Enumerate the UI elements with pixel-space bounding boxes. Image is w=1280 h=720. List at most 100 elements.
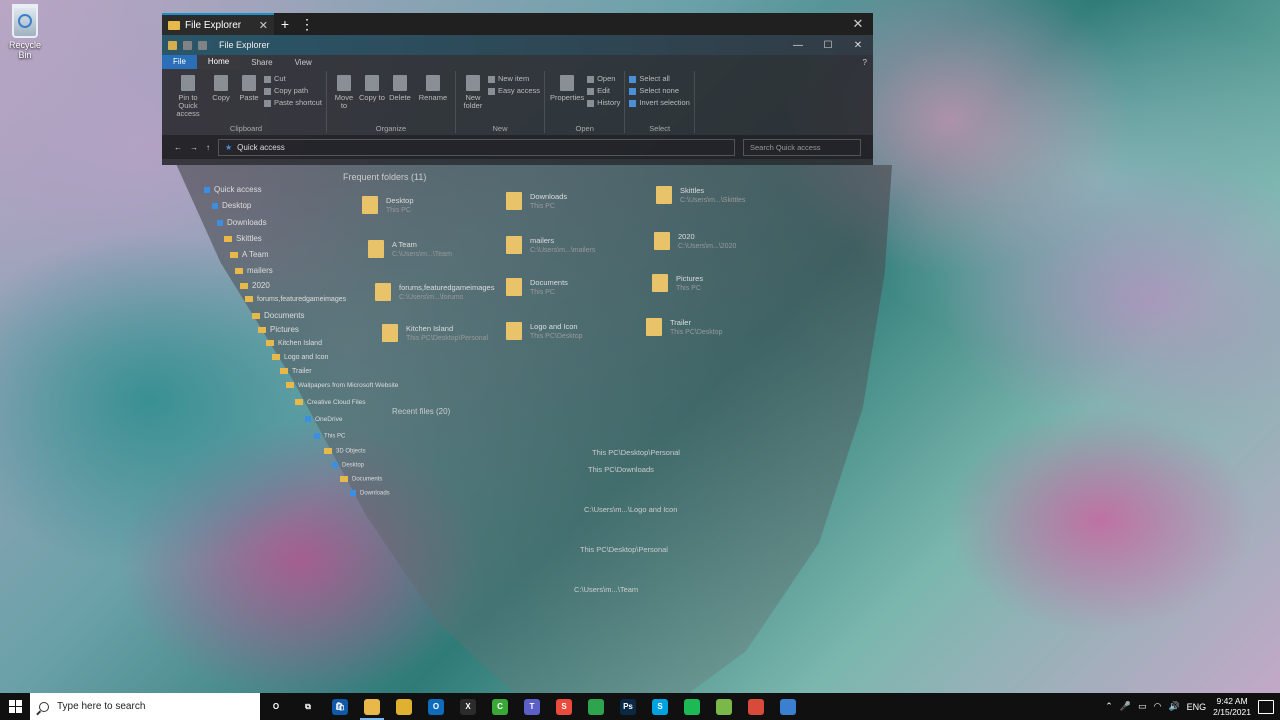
folder-tile[interactable]: Downloads This PC xyxy=(506,192,567,210)
close-window-button[interactable]: ✕ xyxy=(843,16,873,32)
folder-tile[interactable]: Documents This PC xyxy=(506,278,568,296)
chrome-canary-taskbar-button[interactable] xyxy=(388,693,420,720)
language-indicator[interactable]: ENG xyxy=(1187,702,1207,712)
copy-to-button[interactable]: Copy to xyxy=(359,71,385,124)
new-tab-button[interactable]: + xyxy=(274,16,296,32)
select-all-button[interactable]: Select all xyxy=(629,74,689,83)
new-folder-button[interactable]: New folder xyxy=(460,71,486,124)
copy-button[interactable]: Copy xyxy=(208,71,234,124)
folder-tile[interactable]: mailers C:\Users\m...\mailers xyxy=(506,236,595,254)
battery-icon[interactable]: ▭ xyxy=(1138,701,1147,712)
nav-mailers[interactable]: mailers xyxy=(235,266,273,275)
notifications-icon[interactable] xyxy=(1258,699,1274,714)
open-button[interactable]: Open xyxy=(587,74,620,83)
recent-file-path[interactable]: C:\Users\m...\Logo and Icon xyxy=(584,505,677,514)
minimize-button[interactable]: — xyxy=(783,40,813,51)
package-taskbar-button[interactable] xyxy=(740,693,772,720)
easy-access-button[interactable]: Easy access xyxy=(488,86,540,95)
folder-tile[interactable]: Logo and Icon This PC\Desktop xyxy=(506,322,583,340)
folder-tile[interactable]: Desktop This PC xyxy=(362,196,414,214)
outlook-taskbar-button[interactable]: O xyxy=(420,693,452,720)
wifi-icon[interactable]: ◠ xyxy=(1154,701,1162,712)
invert-selection-button[interactable]: Invert selection xyxy=(629,98,689,107)
photoshop-taskbar-button[interactable]: Ps xyxy=(612,693,644,720)
recent-file-path[interactable]: C:\Users\m...\Team xyxy=(574,585,638,594)
nav-creative-cloud[interactable]: Creative Cloud Files xyxy=(295,399,366,406)
clock[interactable]: 9:42 AM 2/15/2021 xyxy=(1213,696,1251,718)
help-icon[interactable]: ? xyxy=(857,58,873,67)
nav-pc-desktop[interactable]: Desktop xyxy=(332,462,364,469)
copy-path-button[interactable]: Copy path xyxy=(264,86,322,95)
nav-skittles[interactable]: Skittles xyxy=(224,234,262,243)
nav-a-team[interactable]: A Team xyxy=(230,250,269,259)
tab-file[interactable]: File xyxy=(162,55,197,69)
tab-close-icon[interactable]: ✕ xyxy=(259,19,268,32)
chrome-taskbar-button[interactable] xyxy=(580,693,612,720)
nav-onedrive[interactable]: OneDrive xyxy=(305,416,342,423)
nav-pc-documents[interactable]: Documents xyxy=(340,476,382,483)
up-icon[interactable]: ↑ xyxy=(206,143,210,152)
task-view-taskbar-button[interactable]: O xyxy=(260,693,292,720)
teams-taskbar-button[interactable]: T xyxy=(516,693,548,720)
nav-forums[interactable]: forums,featuredgameimages xyxy=(245,296,346,303)
tab-view[interactable]: View xyxy=(284,58,323,67)
folder-tile[interactable]: Pictures This PC xyxy=(652,274,703,292)
nav-quick-access[interactable]: Quick access xyxy=(204,185,262,194)
tab-home[interactable]: Home xyxy=(196,55,241,69)
store-taskbar-button[interactable]: 🛍 xyxy=(324,693,356,720)
recent-file-path[interactable]: This PC\Downloads xyxy=(588,465,654,474)
close-button[interactable]: ✕ xyxy=(843,40,873,51)
properties-quick-icon[interactable] xyxy=(183,40,192,50)
pin-quick-access-button[interactable]: Pin to Quick access xyxy=(170,71,206,124)
recycle-bin-icon[interactable]: Recycle Bin xyxy=(2,4,48,60)
taskbar-search-box[interactable]: Type here to search xyxy=(30,693,260,720)
folder-tile[interactable]: 2020 C:\Users\m...\2020 xyxy=(654,232,736,250)
notepad-taskbar-button[interactable] xyxy=(708,693,740,720)
multitask-taskbar-button[interactable]: ⧉ xyxy=(292,693,324,720)
folder-tile[interactable]: Skittles C:\Users\m...\Skittles xyxy=(656,186,745,204)
nav-trailer[interactable]: Trailer xyxy=(280,368,312,375)
tab-share[interactable]: Share xyxy=(240,58,283,67)
cut-button[interactable]: Cut xyxy=(264,74,322,83)
delete-button[interactable]: Delete xyxy=(387,71,413,124)
select-none-button[interactable]: Select none xyxy=(629,86,689,95)
file-explorer-taskbar-button[interactable] xyxy=(356,693,388,720)
menu-icon[interactable]: ⋮ xyxy=(296,16,318,33)
nav-wallpapers[interactable]: Wallpapers from Microsoft Website xyxy=(286,382,398,389)
rename-button[interactable]: Rename xyxy=(415,71,451,124)
paste-button[interactable]: Paste xyxy=(236,71,262,124)
maximize-button[interactable]: ☐ xyxy=(813,40,843,51)
edit-button[interactable]: Edit xyxy=(587,86,620,95)
xbox-taskbar-button[interactable]: X xyxy=(452,693,484,720)
folder-tile[interactable]: A Team C:\Users\m...\Team xyxy=(368,240,452,258)
folder-tile[interactable]: Trailer This PC\Desktop xyxy=(646,318,723,336)
tab-file-explorer[interactable]: File Explorer ✕ xyxy=(162,13,274,35)
nav-3d-objects[interactable]: 3D Objects xyxy=(324,448,366,455)
nav-this-pc[interactable]: This PC xyxy=(314,433,345,440)
microphone-icon[interactable]: 🎤 xyxy=(1120,701,1131,712)
spotify-taskbar-button[interactable] xyxy=(676,693,708,720)
nav-pc-downloads[interactable]: Downloads xyxy=(350,490,390,497)
address-bar[interactable]: ★ Quick access xyxy=(218,138,735,156)
start-button[interactable] xyxy=(0,700,30,713)
frequent-folders-header[interactable]: Frequent folders (11) xyxy=(343,172,426,182)
snagit-taskbar-button[interactable]: S xyxy=(548,693,580,720)
skype-taskbar-button[interactable]: S xyxy=(644,693,676,720)
nav-downloads[interactable]: Downloads xyxy=(217,218,267,227)
properties-button[interactable]: Properties xyxy=(549,71,585,124)
nav-logo-and-icon[interactable]: Logo and Icon xyxy=(272,354,328,361)
forward-icon[interactable]: → xyxy=(190,143,198,152)
paste-shortcut-button[interactable]: Paste shortcut xyxy=(264,98,322,107)
new-folder-quick-icon[interactable] xyxy=(198,40,207,50)
move-to-button[interactable]: Move to xyxy=(331,71,357,124)
nav-2020[interactable]: 2020 xyxy=(240,281,270,290)
folder-tile[interactable]: Kitchen Island This PC\Desktop\Personal xyxy=(382,324,488,342)
gem-taskbar-button[interactable] xyxy=(772,693,804,720)
recent-file-path[interactable]: This PC\Desktop\Personal xyxy=(580,545,668,554)
volume-icon[interactable]: 🔊 xyxy=(1168,701,1179,712)
show-hidden-icons-icon[interactable]: ⌃ xyxy=(1105,701,1113,712)
recent-file-path[interactable]: This PC\Desktop\Personal xyxy=(592,448,680,457)
search-box[interactable]: Search Quick access xyxy=(743,138,861,156)
nav-desktop[interactable]: Desktop xyxy=(212,201,251,210)
nav-documents[interactable]: Documents xyxy=(252,311,304,320)
